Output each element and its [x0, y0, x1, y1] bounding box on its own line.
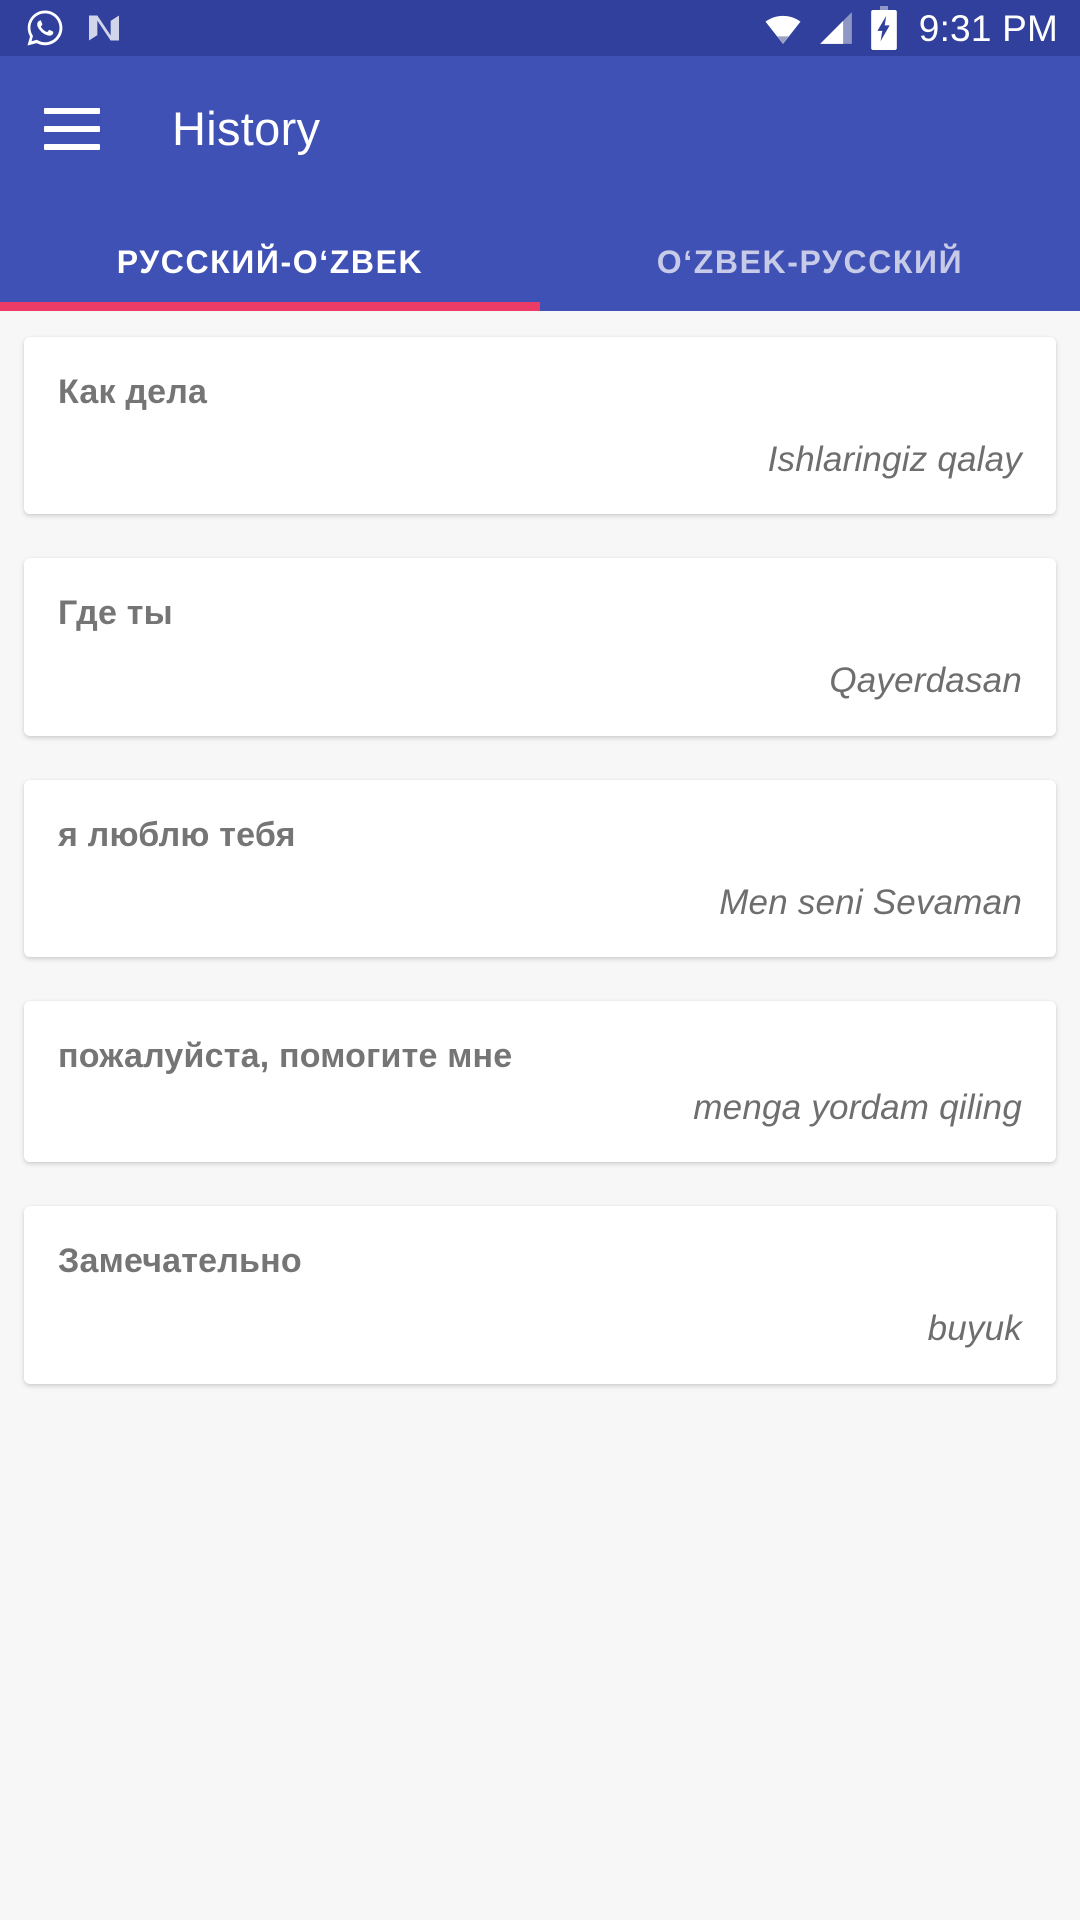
hamburger-line	[44, 143, 100, 150]
status-bar-notification-icons	[24, 7, 124, 49]
whatsapp-icon	[27, 10, 63, 46]
history-item[interactable]: Как дела Ishlaringiz qalay	[24, 337, 1056, 515]
app-bar: History РУССКИЙ-OʻZBEK OʻZBEK-РУССКИЙ	[0, 56, 1080, 311]
history-item-source-text: я люблю тебя	[58, 815, 296, 854]
status-bar: 9:31 PM	[0, 0, 1080, 56]
page-title: History	[172, 102, 321, 155]
phone-screen: 9:31 PM History РУССКИЙ-OʻZBEK OʻZBEK-РУ…	[0, 0, 1080, 1920]
wifi-icon	[765, 15, 801, 44]
tab-uzbek-russian[interactable]: OʻZBEK-РУССКИЙ	[540, 201, 1080, 311]
history-item-source-text: Как дела	[58, 373, 208, 411]
history-item-target-text: buyuk	[927, 1309, 1022, 1349]
hamburger-line	[44, 125, 100, 132]
history-item[interactable]: пожалуйста, помогите мне menga yordam qi…	[24, 1001, 1056, 1163]
hamburger-menu-icon[interactable]	[44, 107, 100, 150]
android-n-icon	[89, 15, 119, 41]
tab-russian-uzbek[interactable]: РУССКИЙ-OʻZBEK	[0, 201, 540, 311]
tab-label: OʻZBEK-РУССКИЙ	[656, 244, 964, 280]
history-item-source-text: пожалуйста, помогите мне	[58, 1037, 513, 1076]
history-item[interactable]: Замечательно buyuk	[24, 1206, 1056, 1384]
history-item-source-text: Замечательно	[58, 1242, 302, 1281]
tab-label: РУССКИЙ-OʻZBEK	[116, 244, 424, 280]
status-bar-clock: 9:31 PM	[918, 7, 1058, 49]
tab-active-indicator	[0, 302, 540, 311]
history-item-target-text: Qayerdasan	[829, 661, 1022, 701]
battery-charging-icon	[870, 6, 897, 50]
history-item-target-text: Men seni Sevaman	[719, 882, 1022, 922]
status-bar-system-icons: 9:31 PM	[763, 6, 1058, 50]
history-list[interactable]: Как дела Ishlaringiz qalay Где ты Qayerd…	[0, 311, 1080, 1920]
hamburger-line	[44, 107, 100, 114]
app-bar-main-row: History	[0, 56, 1080, 201]
cell-signal-icon	[819, 12, 852, 44]
history-item-target-text: menga yordam qiling	[693, 1088, 1022, 1128]
history-item-target-text: Ishlaringiz qalay	[767, 440, 1022, 480]
history-item[interactable]: я люблю тебя Men seni Sevaman	[24, 779, 1056, 958]
history-item-source-text: Где ты	[58, 594, 173, 633]
history-item[interactable]: Где ты Qayerdasan	[24, 558, 1056, 736]
tab-bar: РУССКИЙ-OʻZBEK OʻZBEK-РУССКИЙ	[0, 201, 1080, 311]
